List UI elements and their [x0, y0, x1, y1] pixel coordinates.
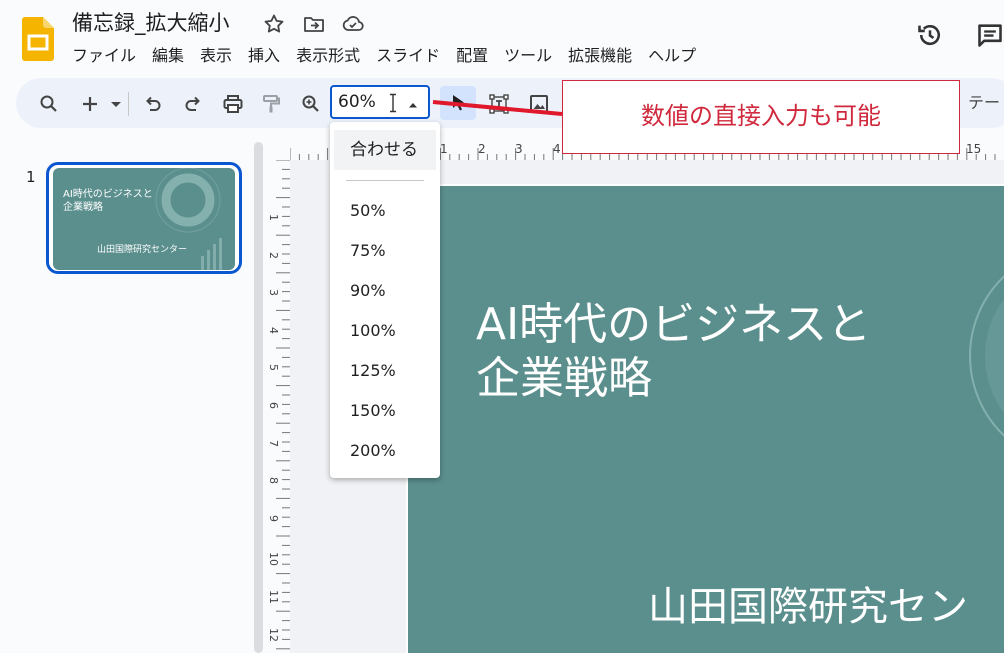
- zoom-option[interactable]: 75%: [350, 240, 386, 262]
- thumbnail-subtitle: 山田国際研究センター: [97, 245, 188, 255]
- slide-thumbnail[interactable]: AI時代のビジネスと 企業戦略 山田国際研究センター: [53, 168, 235, 270]
- comments-icon[interactable]: [976, 21, 1004, 49]
- zoom-option[interactable]: 200%: [350, 440, 396, 462]
- ruler-label: 4: [553, 142, 561, 156]
- ruler-label: 4: [267, 326, 280, 334]
- ruler-label: 2: [267, 251, 280, 259]
- menu-separator: [346, 180, 424, 181]
- menu-slide[interactable]: スライド: [376, 43, 448, 69]
- callout-text: 数値の直接入力も可能: [641, 102, 881, 130]
- history-icon[interactable]: [916, 21, 944, 49]
- slide-title-line2: 企業戦略: [476, 353, 652, 404]
- cloud-saved-icon[interactable]: [341, 12, 365, 36]
- zoom-option[interactable]: 125%: [350, 360, 396, 382]
- ruler-label: 12: [267, 627, 280, 642]
- slide-title-line1: AI時代のビジネスと: [476, 299, 872, 350]
- menu-edit[interactable]: 編集: [152, 43, 192, 69]
- new-slide-layout-dropdown-icon[interactable]: [106, 92, 126, 116]
- zoom-option[interactable]: 90%: [350, 280, 386, 302]
- zoom-in-icon[interactable]: [299, 92, 323, 116]
- zoom-dropdown-caret-icon[interactable]: [407, 96, 419, 108]
- text-cursor-icon: [388, 93, 398, 113]
- slide-title[interactable]: AI時代のビジネスと 企業戦略: [476, 298, 871, 406]
- zoom-option[interactable]: 100%: [350, 320, 396, 342]
- undo-icon[interactable]: [141, 92, 165, 116]
- select-tool-button[interactable]: [440, 86, 476, 120]
- zoom-input-value[interactable]: 60%: [338, 91, 376, 113]
- menu-arrange[interactable]: 配置: [456, 43, 496, 69]
- ruler-label: 10: [267, 552, 280, 567]
- zoom-option[interactable]: 50%: [350, 200, 386, 222]
- slide-number: 1: [26, 168, 36, 186]
- menu-bar: ファイル 編集 表示 挿入 表示形式 スライド 配置 ツール 拡張機能 ヘルプ: [72, 43, 712, 69]
- menu-extensions[interactable]: 拡張機能: [568, 43, 640, 69]
- menu-tools[interactable]: ツール: [504, 43, 560, 69]
- ruler-label: 9: [267, 514, 280, 522]
- ruler-label: 11: [267, 590, 280, 604]
- menu-format[interactable]: 表示形式: [296, 43, 368, 69]
- slide-panel-scrollbar[interactable]: [254, 142, 263, 653]
- move-to-folder-icon[interactable]: [302, 12, 326, 36]
- ruler-label: 3: [267, 289, 280, 297]
- redo-icon[interactable]: [181, 92, 205, 116]
- text-box-icon[interactable]: [487, 92, 511, 116]
- new-slide-icon[interactable]: [78, 92, 102, 116]
- ruler-label: 2: [478, 142, 486, 156]
- ruler-label: 15: [966, 142, 982, 156]
- ruler-label: 5: [267, 364, 280, 372]
- ruler-label: 8: [267, 477, 280, 485]
- slide-subtitle[interactable]: 山田国際研究セン: [648, 582, 968, 632]
- toolbar-separator: [128, 92, 129, 116]
- zoom-option[interactable]: 150%: [350, 400, 396, 422]
- ruler-label: 7: [267, 439, 280, 447]
- document-title[interactable]: 備忘録_拡大縮小: [72, 8, 230, 38]
- menu-insert[interactable]: 挿入: [248, 43, 288, 69]
- theme-button[interactable]: テー: [968, 92, 1000, 114]
- star-icon[interactable]: [262, 12, 286, 36]
- slides-logo-icon[interactable]: [22, 17, 54, 61]
- ruler-label: 1: [440, 142, 448, 156]
- menu-file[interactable]: ファイル: [72, 43, 144, 69]
- thumbnail-title: AI時代のビジネスと 企業戦略: [63, 189, 153, 213]
- search-menus-icon[interactable]: [37, 92, 61, 116]
- cursor-arrow-icon: [453, 95, 464, 111]
- menu-help[interactable]: ヘルプ: [648, 43, 704, 69]
- insert-image-icon[interactable]: [527, 92, 551, 116]
- menu-view[interactable]: 表示: [200, 43, 240, 69]
- ruler-label: 3: [515, 142, 523, 156]
- print-icon[interactable]: [221, 92, 245, 116]
- ruler-label: 6: [267, 402, 280, 409]
- ruler-label: 1: [267, 214, 280, 221]
- vertical-ruler[interactable]: 1 2 3 4 5 6 7 8 9 10 11 12: [266, 160, 290, 653]
- paint-format-icon[interactable]: [259, 92, 283, 116]
- zoom-option-fit-label[interactable]: 合わせる: [350, 138, 418, 162]
